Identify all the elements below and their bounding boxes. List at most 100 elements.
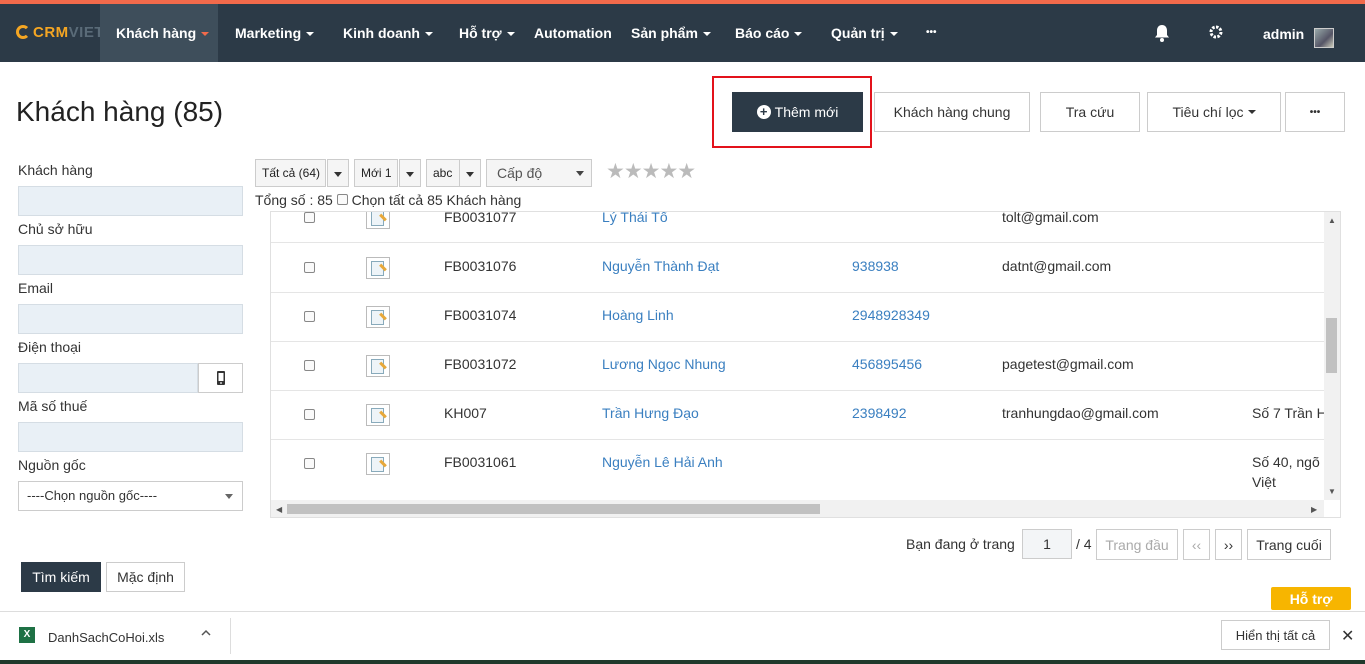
edit-icon[interactable] bbox=[366, 257, 390, 279]
phone-field[interactable] bbox=[18, 363, 198, 393]
next-page-button[interactable]: ›› bbox=[1215, 529, 1242, 560]
sort-select[interactable]: abc bbox=[426, 159, 460, 187]
avatar[interactable] bbox=[1314, 28, 1334, 48]
prev-page-button[interactable]: ‹‹ bbox=[1183, 529, 1210, 560]
divider bbox=[230, 618, 231, 654]
customer-label: Khách hàng bbox=[18, 162, 93, 178]
chevron-down-icon bbox=[889, 32, 898, 36]
status-select-arrow[interactable] bbox=[327, 159, 349, 187]
plus-icon: + bbox=[756, 105, 771, 119]
nav-kinh-doanh-label: Kinh doanh bbox=[343, 25, 420, 41]
common-customers-button[interactable]: Khách hàng chung bbox=[874, 92, 1030, 132]
last-page-button[interactable]: Trang cuối bbox=[1247, 529, 1331, 560]
nav-bao-cao[interactable]: Báo cáo bbox=[719, 4, 818, 62]
search-button[interactable]: Tìm kiếm bbox=[21, 562, 101, 592]
user-name[interactable]: admin bbox=[1263, 26, 1304, 42]
customer-name-link[interactable]: Nguyễn Lê Hải Anh bbox=[602, 454, 723, 470]
sort-select-arrow[interactable] bbox=[459, 159, 481, 187]
customer-name-link[interactable]: Hoàng Linh bbox=[602, 307, 674, 323]
table-row[interactable]: FB0031061 Nguyễn Lê Hải Anh Số 40, ngõ V… bbox=[271, 440, 1325, 490]
scroll-up-icon[interactable]: ▲ bbox=[1328, 216, 1336, 225]
nav-bao-cao-label: Báo cáo bbox=[735, 25, 790, 41]
close-icon[interactable]: ✕ bbox=[1341, 626, 1354, 646]
bell-icon[interactable] bbox=[1154, 24, 1170, 47]
support-button[interactable]: Hỗ trợ bbox=[1271, 587, 1351, 610]
horizontal-scroll-thumb[interactable] bbox=[287, 504, 820, 514]
pagination-label: Bạn đang ở trang bbox=[906, 536, 1015, 552]
scroll-right-icon[interactable]: ▶ bbox=[1311, 505, 1317, 514]
select-all-checkbox[interactable] bbox=[336, 194, 348, 205]
chevron-down-icon bbox=[306, 32, 315, 36]
nav-quan-tri[interactable]: Quản trị bbox=[815, 4, 914, 62]
edit-icon[interactable] bbox=[366, 453, 390, 475]
table-row[interactable]: FB0031076 Nguyễn Thành Đạt 938938 datnt@… bbox=[271, 244, 1325, 293]
phone-button[interactable] bbox=[198, 363, 243, 393]
edit-icon[interactable] bbox=[366, 212, 390, 229]
first-page-label: Trang đầu bbox=[1105, 536, 1169, 553]
lookup-button[interactable]: Tra cứu bbox=[1040, 92, 1140, 132]
nav-marketing-label: Marketing bbox=[235, 25, 302, 41]
chevron-up-icon[interactable] bbox=[200, 626, 212, 642]
row-checkbox[interactable] bbox=[304, 262, 315, 273]
row-checkbox[interactable] bbox=[304, 311, 315, 322]
last-page-label: Trang cuối bbox=[1256, 536, 1322, 553]
nav-kinh-doanh[interactable]: Kinh doanh bbox=[327, 4, 449, 62]
customer-input[interactable] bbox=[18, 186, 243, 216]
download-file-name[interactable]: DanhSachCoHoi.xls bbox=[48, 630, 164, 645]
logo-viet-text: VIET bbox=[68, 24, 105, 41]
customer-name-link[interactable]: Lương Ngọc Nhung bbox=[602, 356, 726, 372]
nav-san-pham[interactable]: Sản phẩm bbox=[615, 4, 727, 62]
table-row[interactable]: FB0031074 Hoàng Linh 2948928349 bbox=[271, 293, 1325, 342]
nav-marketing[interactable]: Marketing bbox=[219, 4, 330, 62]
vertical-scroll-thumb[interactable] bbox=[1326, 318, 1337, 373]
customer-code: FB0031061 bbox=[444, 454, 517, 470]
source-select[interactable]: ----Chọn nguồn gốc---- bbox=[18, 481, 243, 511]
nav-more[interactable]: ••• bbox=[910, 4, 953, 62]
default-button[interactable]: Mặc định bbox=[106, 562, 185, 592]
nav-automation[interactable]: Automation bbox=[518, 4, 628, 62]
first-page-button[interactable]: Trang đầu bbox=[1096, 529, 1178, 560]
table-row[interactable]: FB0031077 Lý Thái Tổ tolt@gmail.com bbox=[271, 211, 1325, 243]
star-rating[interactable]: ★★★★★ bbox=[606, 159, 696, 184]
edit-icon[interactable] bbox=[366, 355, 390, 377]
row-checkbox[interactable] bbox=[304, 409, 315, 420]
chevron-down-icon bbox=[1247, 110, 1256, 114]
more-actions-button[interactable]: ••• bbox=[1285, 92, 1345, 132]
customer-phone[interactable]: 456895456 bbox=[852, 356, 922, 372]
new-select-arrow[interactable] bbox=[399, 159, 421, 187]
edit-icon[interactable] bbox=[366, 404, 390, 426]
more-actions-label: ••• bbox=[1309, 106, 1321, 118]
app-logo[interactable]: CRMVIET bbox=[16, 24, 104, 41]
customer-name-link[interactable]: Trần Hưng Đạo bbox=[602, 405, 699, 421]
new-select[interactable]: Mới 1 bbox=[354, 159, 398, 187]
row-checkbox[interactable] bbox=[304, 212, 315, 223]
table-row[interactable]: FB0031072 Lương Ngọc Nhung 456895456 pag… bbox=[271, 342, 1325, 391]
edit-icon[interactable] bbox=[366, 306, 390, 328]
lookup-label: Tra cứu bbox=[1065, 104, 1115, 120]
gear-icon[interactable] bbox=[1208, 24, 1224, 45]
nav-more-label: ••• bbox=[926, 27, 937, 38]
row-checkbox[interactable] bbox=[304, 360, 315, 371]
customer-phone[interactable]: 2948928349 bbox=[852, 307, 930, 323]
customer-phone[interactable]: 938938 bbox=[852, 258, 899, 274]
owner-input[interactable] bbox=[18, 245, 243, 275]
scroll-down-icon[interactable]: ▼ bbox=[1328, 487, 1336, 496]
customer-name-link[interactable]: Nguyễn Thành Đạt bbox=[602, 258, 719, 274]
customer-phone[interactable]: 2398492 bbox=[852, 405, 907, 421]
level-select[interactable]: Cấp độ bbox=[486, 159, 592, 187]
scroll-left-icon[interactable]: ◀ bbox=[276, 505, 282, 514]
nav-khach-hang[interactable]: Khách hàng bbox=[100, 4, 218, 62]
status-select[interactable]: Tất cả (64) bbox=[255, 159, 326, 187]
row-checkbox[interactable] bbox=[304, 458, 315, 469]
customer-name-link[interactable]: Lý Thái Tổ bbox=[602, 212, 668, 225]
add-new-button[interactable]: + Thêm mới bbox=[732, 92, 863, 132]
customer-code: FB0031077 bbox=[444, 211, 517, 225]
page-number-input[interactable]: 1 bbox=[1022, 529, 1072, 559]
email-field[interactable] bbox=[18, 304, 243, 334]
filter-criteria-button[interactable]: Tiêu chí lọc bbox=[1147, 92, 1281, 132]
tax-input[interactable] bbox=[18, 422, 243, 452]
customer-address: Số 40, ngõ Việt bbox=[1252, 454, 1320, 490]
show-all-downloads-button[interactable]: Hiển thị tất cả bbox=[1221, 620, 1330, 650]
table-row[interactable]: KH007 Trần Hưng Đạo 2398492 tranhungdao@… bbox=[271, 391, 1327, 440]
customer-email: tolt@gmail.com bbox=[1002, 211, 1099, 225]
